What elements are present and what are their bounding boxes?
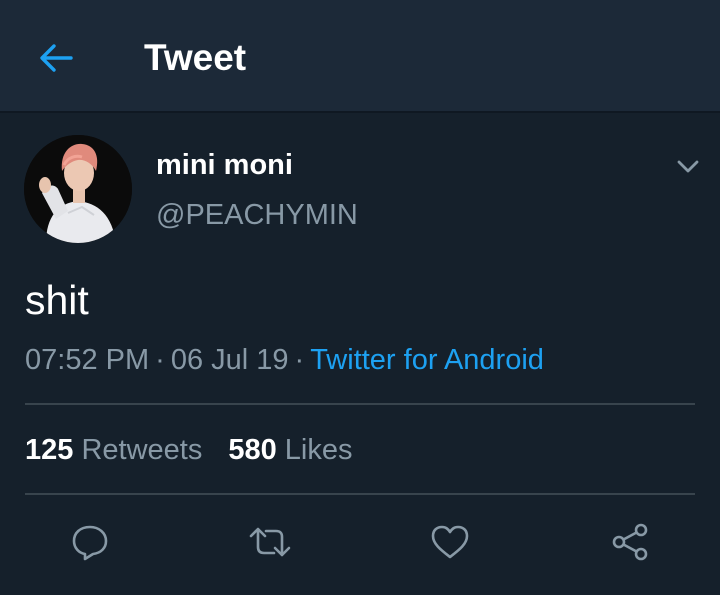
reply-button[interactable] [68, 520, 112, 564]
tweet-meta: 07:52 PM · 06 Jul 19 · Twitter for Android [25, 343, 544, 377]
tweet-options-button[interactable] [670, 148, 706, 184]
arrow-left-icon [40, 44, 73, 72]
share-button[interactable] [608, 520, 652, 564]
retweets-stat[interactable]: 125 Retweets [25, 434, 202, 466]
chevron-down-icon [677, 160, 699, 173]
tweet-text: shit [25, 277, 89, 323]
share-icon [612, 523, 648, 561]
retweets-count: 125 [25, 434, 74, 466]
reply-icon [72, 525, 108, 561]
divider [25, 403, 695, 405]
retweets-label: Retweets [81, 434, 203, 466]
like-icon [431, 525, 469, 559]
tweet-stats: 125 Retweets 580 Likes [25, 433, 353, 467]
divider [25, 493, 695, 495]
retweet-icon [249, 527, 291, 557]
back-button[interactable] [30, 32, 82, 84]
likes-count: 580 [228, 434, 277, 466]
meta-separator: · [155, 344, 165, 376]
app-bar: Tweet [0, 0, 720, 113]
page-title: Tweet [144, 37, 247, 78]
author-display-name[interactable]: mini moni [156, 148, 293, 182]
retweet-button[interactable] [248, 520, 292, 564]
tweet-source-link[interactable]: Twitter for Android [310, 344, 544, 376]
like-button[interactable] [428, 520, 472, 564]
author-handle[interactable]: @PEACHYMIN [156, 198, 358, 232]
likes-stat[interactable]: 580 Likes [228, 434, 352, 466]
likes-label: Likes [284, 434, 353, 466]
meta-separator: · [294, 344, 305, 376]
tweet-time: 07:52 PM [25, 344, 150, 376]
tweet-date: 06 Jul 19 [170, 344, 289, 376]
avatar[interactable] [24, 135, 132, 243]
